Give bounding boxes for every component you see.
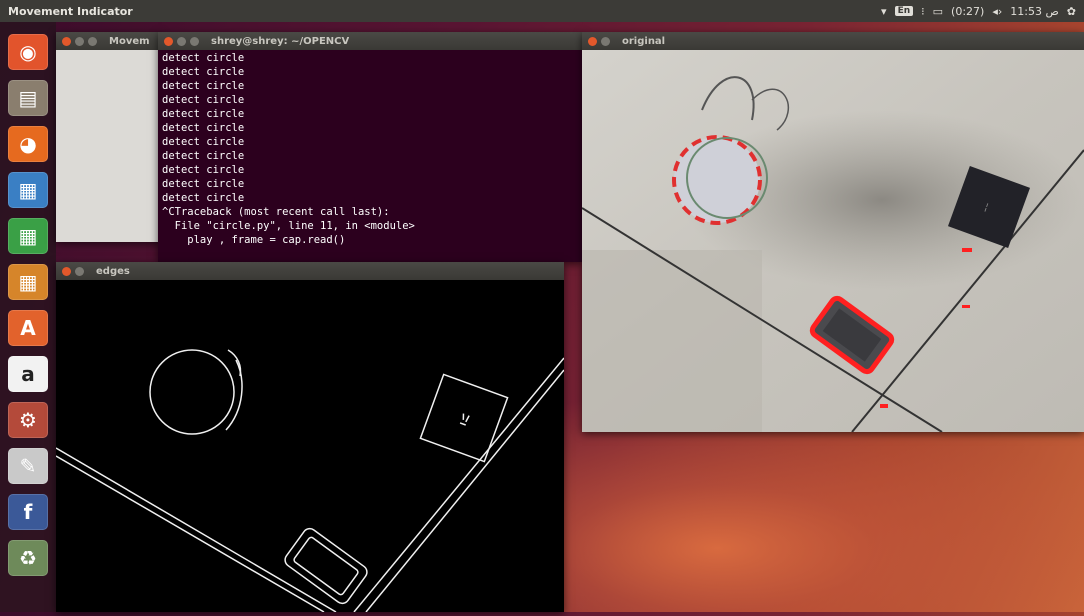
top-panel: Movement Indicator ▾ En ⁝ ▭ (0:27) ◂› 11…: [0, 0, 1084, 22]
window-title: original: [622, 35, 666, 47]
maximize-icon[interactable]: [88, 36, 97, 46]
camera-image: ¦: [581, 50, 1084, 433]
terminal-line: detect circle: [162, 52, 245, 64]
close-icon[interactable]: [588, 36, 597, 46]
files-icon[interactable]: ▤: [8, 80, 48, 116]
terminal-output[interactable]: detect circle detect circle detect circle d…: [158, 50, 583, 248]
calc-icon[interactable]: ▦: [8, 218, 48, 254]
terminal-line: detect circle: [162, 150, 245, 162]
terminal-line: File "circle.py", line 11, in <module>: [162, 220, 415, 232]
terminal-line: detect circle: [162, 192, 245, 204]
keyboard-layout-indicator[interactable]: En: [894, 6, 914, 16]
trash-icon[interactable]: ♻: [8, 540, 48, 576]
window-title: Movem: [109, 35, 150, 47]
edges-window[interactable]: edges: [55, 262, 565, 613]
impress-icon[interactable]: ▦: [8, 264, 48, 300]
minimize-icon[interactable]: [75, 36, 84, 46]
terminal-line: detect circle: [162, 136, 245, 148]
original-titlebar[interactable]: original: [582, 32, 1084, 50]
text-editor-icon[interactable]: ✎: [8, 448, 48, 484]
window-title: edges: [96, 265, 130, 277]
minimize-icon[interactable]: [75, 266, 84, 276]
clock[interactable]: 11:53 ص: [1010, 5, 1059, 18]
network-icon[interactable]: ▾: [881, 5, 887, 18]
camera-frame: ¦: [581, 50, 1084, 433]
terminal-titlebar[interactable]: shrey@shrey: ~/OPENCV: [158, 32, 583, 50]
minimize-icon[interactable]: [601, 36, 610, 46]
volume-icon[interactable]: ◂›: [992, 5, 1002, 18]
close-icon[interactable]: [164, 36, 173, 46]
firefox-icon[interactable]: ◕: [8, 126, 48, 162]
terminal-line: ^CTraceback (most recent call last):: [162, 206, 390, 218]
close-icon[interactable]: [62, 36, 71, 46]
terminal-line: detect circle: [162, 122, 245, 134]
amazon-icon[interactable]: a: [8, 356, 48, 392]
edges-frame: [55, 280, 565, 613]
ubuntu-dash-icon[interactable]: ◉: [8, 34, 48, 70]
maximize-icon[interactable]: [190, 36, 199, 46]
terminal-line: detect circle: [162, 178, 245, 190]
terminal-line: detect circle: [162, 108, 245, 120]
battery-icon[interactable]: ▭: [933, 5, 943, 18]
software-center-icon[interactable]: A: [8, 310, 48, 346]
power-gear-icon[interactable]: ✿: [1067, 5, 1076, 18]
window-title: shrey@shrey: ~/OPENCV: [211, 35, 350, 47]
terminal-line: detect circle: [162, 94, 245, 106]
movement-indicator-window[interactable]: Movem: [56, 32, 162, 242]
edges-image: [55, 280, 565, 613]
indicator-area: ▾ En ⁝ ▭ (0:27) ◂› 11:53 ص ✿: [881, 5, 1084, 18]
launcher: ◉ ▤ ◕ ▦ ▦ ▦ Aa ⚙ ✎ f ♻: [0, 22, 56, 612]
original-window[interactable]: original ¦: [581, 32, 1084, 433]
active-app-title: Movement Indicator: [8, 4, 133, 18]
terminal-line: detect circle: [162, 164, 245, 176]
close-icon[interactable]: [62, 266, 71, 276]
battery-time[interactable]: (0:27): [951, 5, 984, 18]
writer-icon[interactable]: ▦: [8, 172, 48, 208]
terminal-line: detect circle: [162, 80, 245, 92]
minimize-icon[interactable]: [177, 36, 186, 46]
terminal-window[interactable]: shrey@shrey: ~/OPENCV detect circle detec…: [158, 32, 583, 262]
terminal-line: detect circle: [162, 66, 245, 78]
movement-window-titlebar[interactable]: Movem: [56, 32, 162, 50]
edges-titlebar[interactable]: edges: [56, 262, 564, 280]
settings-icon[interactable]: ⚙: [8, 402, 48, 438]
bluetooth-icon[interactable]: ⁝: [921, 5, 925, 18]
facebook-icon[interactable]: f: [8, 494, 48, 530]
terminal-line: play , frame = cap.read(): [162, 234, 346, 246]
